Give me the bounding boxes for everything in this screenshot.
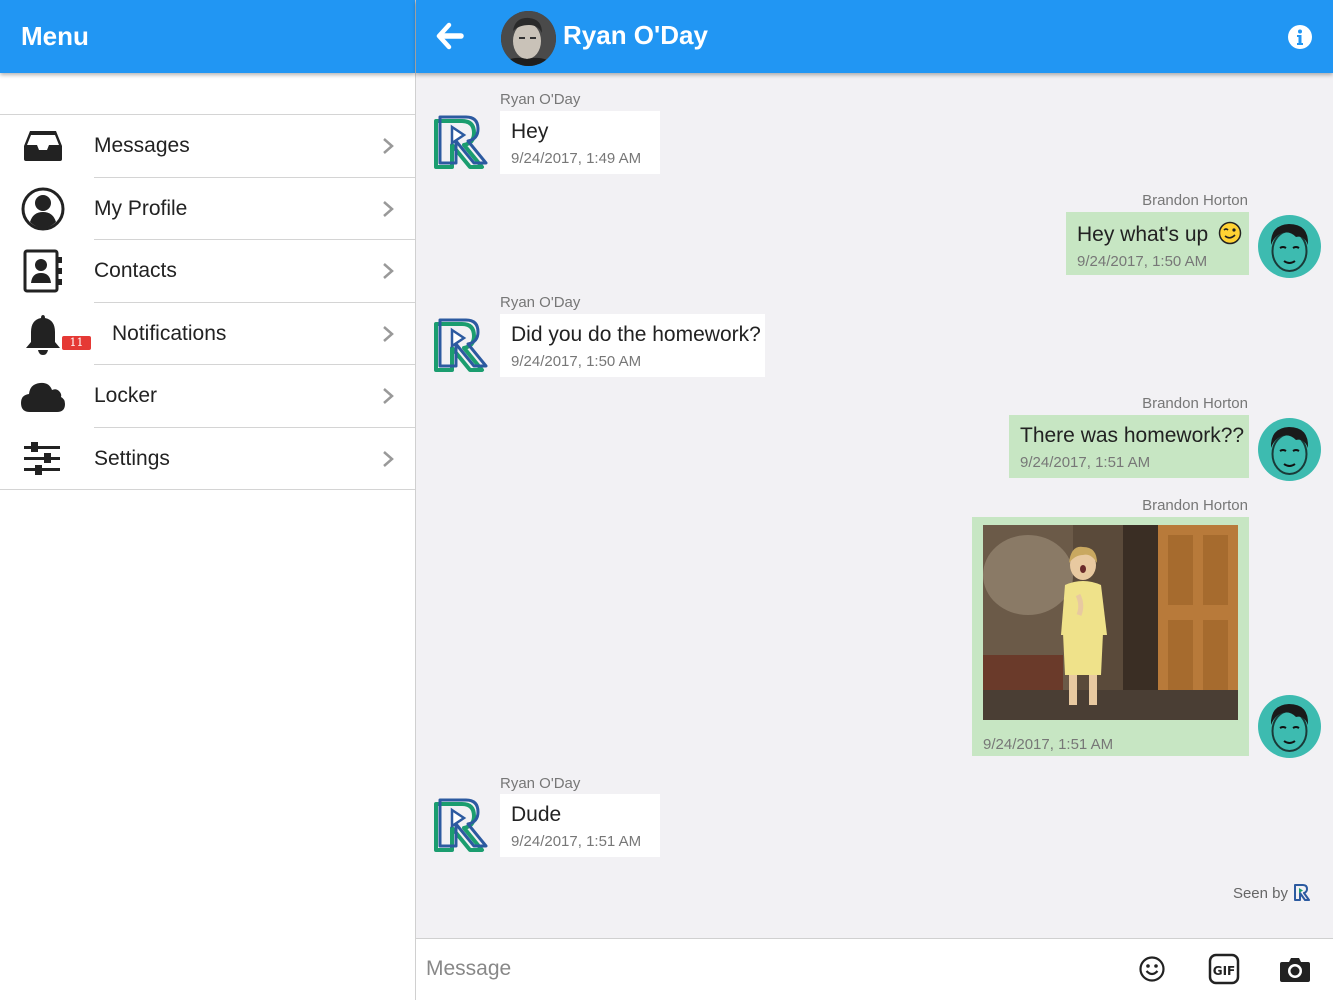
message-text: There was homework??: [1020, 424, 1245, 447]
cloud-icon: [20, 373, 66, 419]
message-list[interactable]: Ryan O'Day Hey 9/24/2017, 1:49 AM Brando…: [416, 73, 1333, 938]
contact-avatar[interactable]: [501, 11, 556, 66]
message-bubble[interactable]: Dude 9/24/2017, 1:51 AM: [500, 794, 660, 857]
message-sender: Ryan O'Day: [500, 91, 581, 108]
sidebar-header: Menu: [0, 0, 415, 73]
chevron-right-icon: [383, 325, 394, 342]
chevron-right-icon: [383, 138, 394, 155]
wink-emoji-icon: [1218, 221, 1242, 245]
sidebar-item-settings[interactable]: Settings: [0, 428, 415, 490]
sidebar-item-locker[interactable]: Locker: [0, 365, 415, 428]
message-sender: Brandon Horton: [1142, 395, 1248, 412]
smiley-icon: [1139, 956, 1165, 982]
message-text-content: Hey what's up: [1077, 223, 1209, 246]
gif-image[interactable]: [983, 525, 1238, 720]
sidebar-spacer: [0, 73, 415, 115]
message-input[interactable]: [426, 951, 1116, 987]
message-timestamp: 9/24/2017, 1:51 AM: [511, 833, 642, 850]
sidebar-item-notifications[interactable]: 11 Notifications: [0, 303, 415, 365]
message-sender: Ryan O'Day: [500, 294, 581, 311]
back-arrow-icon[interactable]: [436, 22, 464, 50]
sidebar-item-label: Contacts: [94, 259, 177, 283]
user-avatar[interactable]: [1258, 418, 1321, 481]
message-bubble[interactable]: Hey 9/24/2017, 1:49 AM: [500, 111, 660, 174]
message-sender: Ryan O'Day: [500, 775, 581, 792]
brand-logo-avatar[interactable]: [430, 113, 492, 175]
notification-count-badge: 11: [62, 335, 91, 350]
camera-button[interactable]: [1279, 953, 1311, 985]
message-text: Hey: [511, 120, 549, 143]
chevron-right-icon: [383, 450, 394, 467]
sidebar-item-my-profile[interactable]: My Profile: [0, 178, 415, 240]
message-text: Dude: [511, 803, 562, 826]
sidebar-item-label: Notifications: [112, 321, 227, 345]
gif-message-bubble[interactable]: 9/24/2017, 1:51 AM: [972, 517, 1249, 756]
brand-logo-avatar[interactable]: [430, 316, 492, 378]
gif-icon: GIF: [1208, 953, 1240, 985]
message-bubble[interactable]: There was homework?? 9/24/2017, 1:51 AM: [1009, 415, 1249, 478]
sidebar-item-label: Settings: [94, 446, 170, 470]
message-text: Did you do the homework?: [511, 323, 761, 346]
seen-indicator: Seen by: [1233, 883, 1311, 903]
chevron-right-icon: [383, 388, 394, 405]
seen-by-logo-icon: [1294, 884, 1310, 901]
message-sender: Brandon Horton: [1142, 497, 1248, 514]
bell-icon: [20, 311, 66, 357]
message-composer: GIF: [416, 938, 1333, 1000]
sidebar-menu: Menu Messages My Profile Contacts 11 Not…: [0, 0, 416, 1000]
message-timestamp: 9/24/2017, 1:50 AM: [1077, 253, 1208, 270]
message-text: Hey what's up: [1077, 221, 1242, 247]
address-book-icon: [20, 248, 66, 294]
svg-text:GIF: GIF: [1213, 964, 1236, 978]
message-timestamp: 9/24/2017, 1:49 AM: [511, 150, 642, 167]
sidebar-item-contacts[interactable]: Contacts: [0, 240, 415, 303]
message-timestamp: 9/24/2017, 1:51 AM: [1020, 454, 1151, 471]
sliders-icon: [20, 436, 66, 482]
chat-header: Ryan O'Day: [416, 0, 1333, 73]
message-bubble[interactable]: Hey what's up 9/24/2017, 1:50 AM: [1066, 212, 1249, 275]
user-avatar[interactable]: [1258, 215, 1321, 278]
message-timestamp: 9/24/2017, 1:50 AM: [511, 353, 642, 370]
sidebar-title: Menu: [21, 21, 89, 51]
brand-logo-avatar[interactable]: [430, 796, 492, 858]
emoji-button[interactable]: [1136, 953, 1168, 985]
gif-button[interactable]: GIF: [1208, 953, 1240, 985]
message-sender: Brandon Horton: [1142, 192, 1248, 209]
camera-icon: [1280, 958, 1310, 982]
message-bubble[interactable]: Did you do the homework? 9/24/2017, 1:50…: [500, 314, 765, 377]
sidebar-item-label: My Profile: [94, 196, 188, 220]
sidebar-item-label: Messages: [94, 134, 190, 158]
divider: [0, 489, 415, 490]
seen-label: Seen by: [1232, 884, 1288, 902]
user-circle-icon: [20, 186, 66, 232]
chevron-right-icon: [383, 200, 394, 217]
chevron-right-icon: [383, 263, 394, 280]
chat-panel: Ryan O'Day Ryan O'Day Hey 9/24/2017, 1:4…: [416, 0, 1333, 1000]
user-avatar[interactable]: [1258, 695, 1321, 758]
message-timestamp: 9/24/2017, 1:51 AM: [983, 736, 1114, 753]
chat-contact-name: Ryan O'Day: [563, 20, 708, 50]
info-icon[interactable]: [1287, 24, 1313, 50]
sidebar-item-label: Locker: [94, 384, 158, 408]
sidebar-item-messages[interactable]: Messages: [0, 115, 415, 178]
inbox-icon: [20, 123, 66, 169]
